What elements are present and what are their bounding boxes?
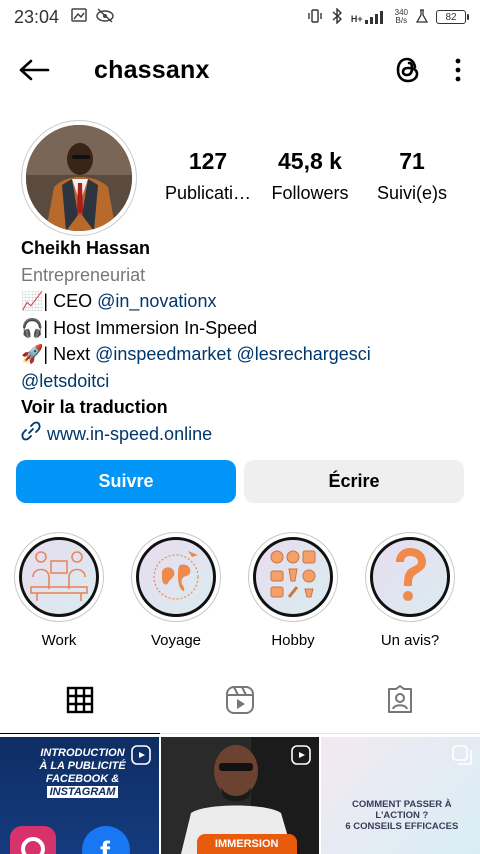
network-speed: 340 B/s bbox=[395, 9, 408, 25]
profile-bio: Cheikh Hassan Entrepreneuriat 📈| CEO @in… bbox=[21, 235, 466, 448]
mention-inspeedmarket[interactable]: @inspeedmarket bbox=[95, 344, 231, 364]
highlight-ring bbox=[131, 532, 221, 622]
battery-indicator: 82 bbox=[436, 10, 469, 24]
following-count: 71 bbox=[399, 148, 425, 174]
follow-button[interactable]: Suivre bbox=[16, 460, 236, 503]
highlight-voyage[interactable]: Voyage bbox=[131, 532, 221, 649]
bio-line-host: 🎧| Host Immersion In-Speed bbox=[21, 317, 258, 338]
highlight-feedback[interactable]: Un avis? bbox=[365, 532, 455, 649]
highlight-cover bbox=[19, 537, 99, 617]
highlight-cover bbox=[370, 537, 450, 617]
link-icon bbox=[21, 421, 41, 449]
tab-tagged[interactable] bbox=[320, 672, 480, 734]
post3-caption: COMMENT PASSER À L'ACTION ? 6 CONSEILS E… bbox=[329, 799, 474, 832]
followers-count: 45,8 k bbox=[278, 148, 342, 174]
following-label: Suivi(e)s bbox=[376, 183, 447, 203]
website-url: www.in-speed.online bbox=[47, 424, 213, 444]
hobbies-icon bbox=[263, 545, 323, 610]
tab-grid[interactable] bbox=[0, 672, 160, 734]
profile-top-bar: chassanx bbox=[0, 42, 480, 98]
tagged-icon bbox=[385, 685, 415, 720]
highlight-hobby[interactable]: Hobby bbox=[248, 532, 338, 649]
bio-line-next: 🚀| Next @inspeedmarket @lesrechargesci bbox=[21, 341, 466, 368]
bio-line-letsdoit: @letsdoitci bbox=[21, 368, 466, 395]
post3-line2: 6 CONSEILS EFFICACES bbox=[345, 821, 459, 832]
post-thumbnail[interactable]: IMMERSION bbox=[160, 737, 320, 854]
profile-name: Cheikh Hassan bbox=[21, 238, 151, 258]
highlight-label-voyage: Voyage bbox=[150, 632, 202, 649]
highlight-ring bbox=[248, 532, 338, 622]
post1-line3b: INSTAGRAM bbox=[46, 786, 119, 798]
mention-lesrechargesci[interactable]: @lesrechargesci bbox=[236, 344, 370, 364]
profile-category: Entrepreneuriat bbox=[21, 264, 146, 285]
highlight-label-feedback: Un avis? bbox=[380, 632, 440, 649]
posts-label: Publicati… bbox=[164, 183, 252, 203]
vibrate-icon bbox=[307, 8, 323, 27]
following-stat[interactable]: 71 Suivi(e)s bbox=[364, 148, 460, 204]
network-type: H+ bbox=[350, 14, 363, 24]
see-translation-link[interactable]: Voir la traduction bbox=[21, 394, 466, 421]
threads-icon[interactable] bbox=[394, 55, 422, 85]
website-link[interactable]: www.in-speed.online bbox=[21, 421, 466, 449]
highlight-work[interactable]: Work bbox=[14, 532, 104, 649]
signal-icon: H+ bbox=[351, 10, 387, 24]
profile-content-tabs bbox=[0, 672, 480, 734]
avatar[interactable] bbox=[26, 125, 132, 231]
question-icon bbox=[388, 546, 432, 609]
reel-badge-icon bbox=[130, 745, 151, 770]
post2-caption: IMMERSION bbox=[196, 834, 297, 854]
more-vertical-icon[interactable] bbox=[454, 57, 462, 83]
speed-unit: B/s bbox=[395, 16, 408, 25]
grid-icon bbox=[66, 686, 94, 719]
bio-next-prefix: 🚀| Next bbox=[21, 344, 96, 364]
mention-in-novationx[interactable]: @in_novationx bbox=[97, 291, 216, 311]
reels-icon bbox=[225, 685, 255, 720]
back-arrow-icon[interactable] bbox=[18, 50, 58, 90]
highlight-ring bbox=[365, 532, 455, 622]
highlight-cover bbox=[136, 537, 216, 617]
bio-line-ceo: 📈| CEO @in_novationx bbox=[21, 288, 466, 315]
globe-icon bbox=[144, 543, 208, 612]
highlight-label-work: Work bbox=[41, 632, 77, 649]
bluetooth-icon bbox=[331, 6, 343, 27]
profile-actions: Suivre Écrire bbox=[16, 460, 464, 503]
posts-grid: INTRODUCTION À LA PUBLICITÉ FACEBOOK & I… bbox=[0, 737, 480, 854]
followers-label: Followers bbox=[271, 183, 349, 203]
flask-icon bbox=[415, 8, 429, 26]
followers-stat[interactable]: 45,8 k Followers bbox=[262, 148, 358, 204]
highlight-ring bbox=[14, 532, 104, 622]
posts-stat[interactable]: 127 Publicati… bbox=[160, 148, 256, 204]
svg-text:f: f bbox=[100, 836, 111, 854]
status-bar: 23:04 H+ 340 B/s 82 bbox=[0, 0, 480, 34]
post-thumbnail[interactable]: COMMENT PASSER À L'ACTION ? 6 CONSEILS E… bbox=[321, 737, 480, 854]
profile-username: chassanx bbox=[94, 55, 210, 84]
story-highlights: Work Voyage Hobby Un avis? bbox=[14, 532, 474, 649]
no-eye-icon bbox=[95, 7, 115, 28]
post1-line3a: FACEBOOK & bbox=[45, 773, 120, 785]
image-notification-icon bbox=[71, 7, 87, 28]
message-button[interactable]: Écrire bbox=[244, 460, 464, 503]
highlight-cover bbox=[253, 537, 333, 617]
mention-letsdoitci[interactable]: @letsdoitci bbox=[21, 371, 109, 391]
social-logos-icon: f bbox=[10, 826, 130, 854]
battery-level: 82 bbox=[445, 11, 457, 23]
posts-count: 127 bbox=[188, 148, 228, 174]
reel-badge-icon bbox=[291, 745, 312, 770]
highlight-label-hobby: Hobby bbox=[271, 632, 315, 649]
workspace-icon bbox=[27, 547, 91, 608]
post3-line1: COMMENT PASSER À L'ACTION ? bbox=[352, 799, 452, 821]
profile-stats: 127 Publicati… 45,8 k Followers 71 Suivi… bbox=[160, 148, 460, 204]
tab-reels[interactable] bbox=[160, 672, 320, 734]
status-time: 23:04 bbox=[14, 6, 60, 27]
multi-post-icon bbox=[452, 745, 472, 770]
profile-avatar-ring[interactable] bbox=[21, 120, 137, 236]
post-thumbnail[interactable]: INTRODUCTION À LA PUBLICITÉ FACEBOOK & I… bbox=[0, 737, 159, 854]
bio-ceo-prefix: 📈| CEO bbox=[21, 291, 98, 311]
